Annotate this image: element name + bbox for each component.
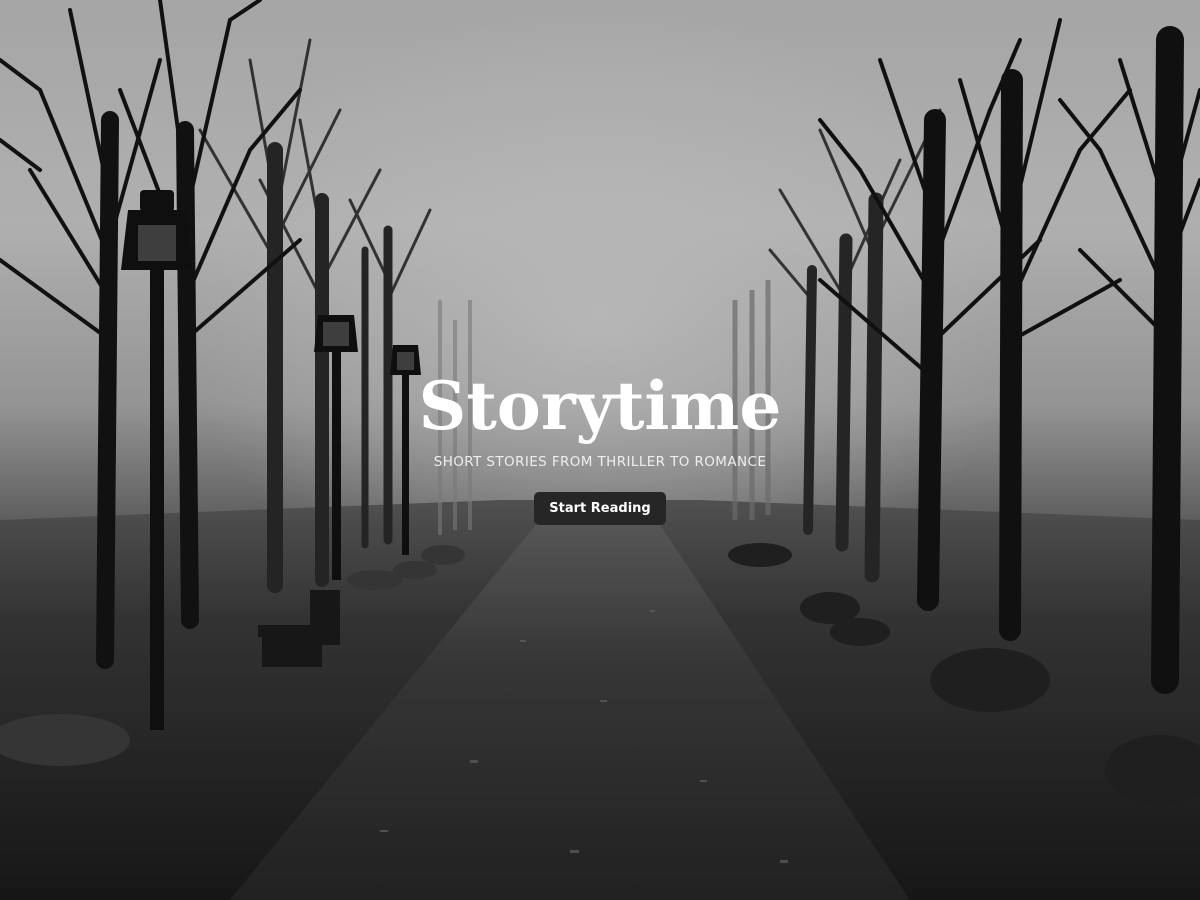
hero-section: Storytime SHORT STORIES FROM THRILLER TO…	[0, 0, 1200, 900]
hero-content: Storytime SHORT STORIES FROM THRILLER TO…	[0, 362, 1200, 525]
start-reading-button[interactable]: Start Reading	[534, 492, 666, 525]
site-title: Storytime	[418, 367, 782, 445]
site-tagline: SHORT STORIES FROM THRILLER TO ROMANCE	[433, 454, 767, 470]
